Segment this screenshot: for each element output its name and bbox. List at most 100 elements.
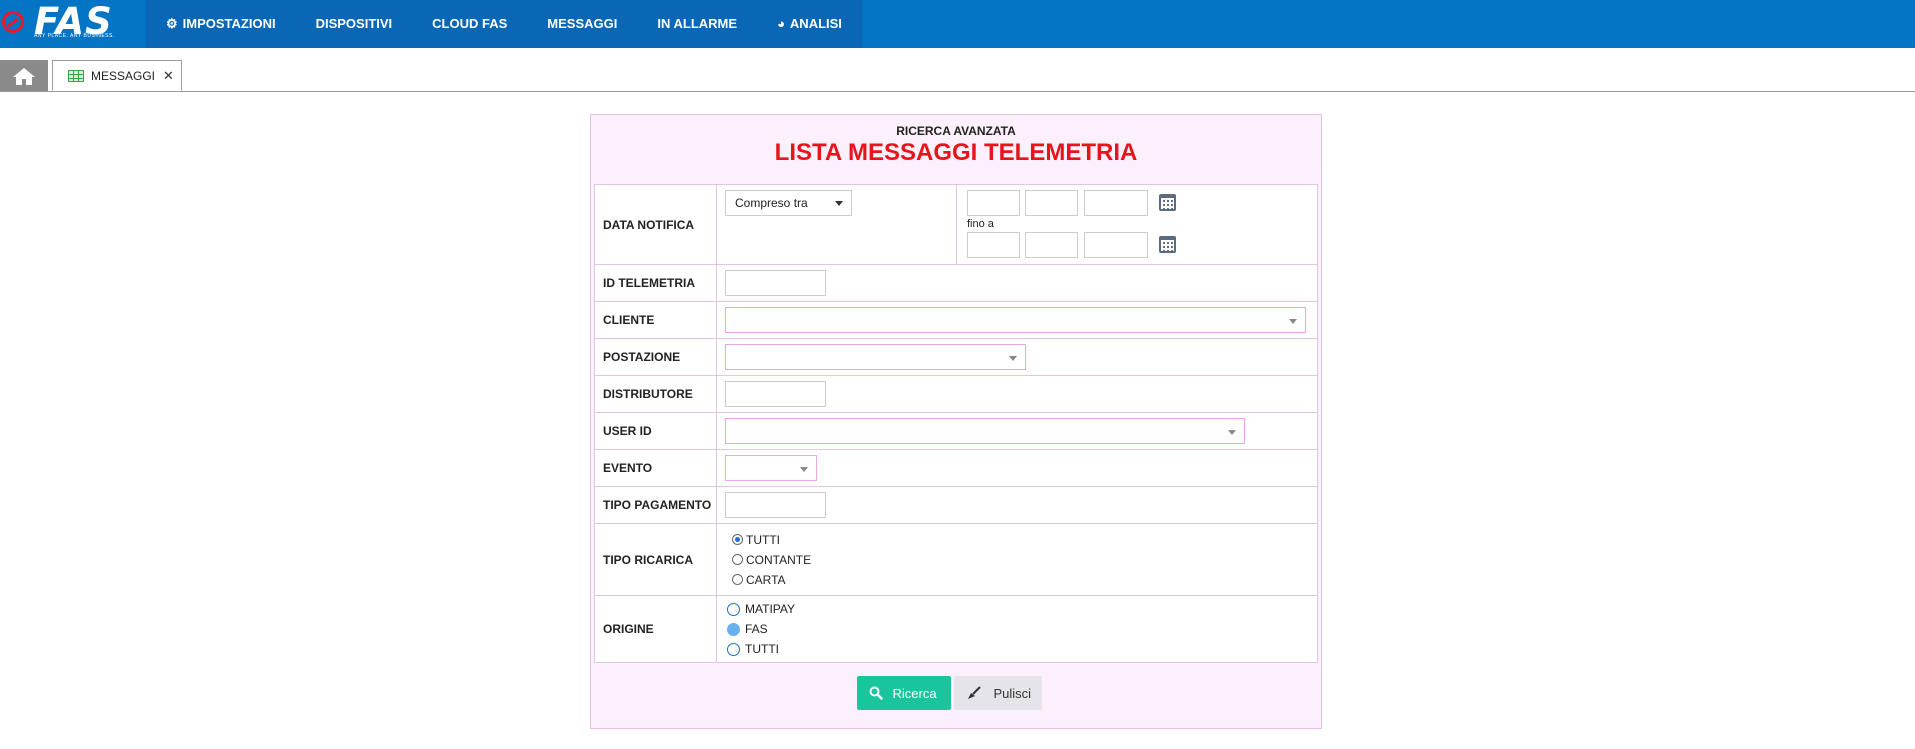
field-label: CLIENTE <box>594 301 717 339</box>
date-range-select[interactable]: Compreso tra <box>725 190 852 216</box>
radio-button[interactable] <box>732 534 743 545</box>
radio-button[interactable] <box>732 554 743 565</box>
date-to-label: fino a <box>967 218 994 230</box>
field-cell <box>716 486 1318 524</box>
radio-button[interactable] <box>727 642 740 656</box>
field-label: EVENTO <box>594 449 717 487</box>
search-button-label: Ricerca <box>892 685 937 701</box>
radio-button[interactable] <box>727 622 740 636</box>
field-label: POSTAZIONE <box>594 338 717 376</box>
date-from-day-input[interactable] <box>967 190 1020 216</box>
chevron-down-icon <box>1228 430 1236 435</box>
search-icon <box>869 686 883 700</box>
radio-option-carta[interactable]: CARTA <box>732 570 1316 590</box>
close-icon[interactable]: ✕ <box>163 68 174 84</box>
panel-subtitle: RICERCA AVANZATA <box>896 124 1016 138</box>
tipo-pagamento-input[interactable] <box>725 492 826 518</box>
field-cell <box>716 412 1318 450</box>
logo-tagline: ANY PLACE. ANY BUSINESS. <box>34 33 115 39</box>
row-user-id: USER ID <box>594 412 1318 450</box>
clear-button-label: Pulisci <box>993 685 1032 701</box>
radio-label: CONTANTE <box>746 552 812 567</box>
pie-chart-icon: ◕ <box>777 16 785 31</box>
tab-home[interactable] <box>0 60 48 91</box>
chevron-down-icon <box>835 201 843 206</box>
radio-button[interactable] <box>732 574 743 585</box>
radio-label: TUTTI <box>745 642 779 656</box>
field-label: DISTRIBUTORE <box>594 375 717 413</box>
date-from-year-input[interactable] <box>1083 190 1148 216</box>
id-telemetria-input[interactable] <box>725 270 826 296</box>
chevron-down-icon <box>800 467 808 472</box>
radio-option-tutti[interactable]: TUTTI <box>727 639 1316 659</box>
menu-item-messaggi[interactable]: MESSAGGI <box>527 0 637 48</box>
row-evento: EVENTO <box>594 449 1318 487</box>
menu-item-cloud-fas[interactable]: CLOUD FAS <box>412 0 527 48</box>
tab-label: MESSAGGI <box>91 68 156 83</box>
menu-item-label: ANALISI <box>789 16 842 31</box>
search-panel: RICERCA AVANZATA LISTA MESSAGGI TELEMETR… <box>590 114 1322 729</box>
date-range-select-value: Compreso tra <box>735 196 808 210</box>
distributore-input[interactable] <box>725 381 826 407</box>
logo-mark-icon <box>2 11 24 33</box>
field-cell <box>716 375 1318 413</box>
date-to-month-input[interactable] <box>1025 232 1079 258</box>
row-origine: ORIGINE MATIPAY FAS TUTTI <box>594 595 1318 663</box>
menu-item-label: IN ALLARME <box>657 16 738 31</box>
postazione-select[interactable] <box>725 344 1026 370</box>
row-tipo-pagamento: TIPO PAGAMENTO <box>594 486 1318 524</box>
tab-strip: MESSAGGI ✕ <box>0 60 1915 92</box>
field-label: TIPO RICARICA <box>594 523 717 596</box>
radio-option-matipay[interactable]: MATIPAY <box>727 599 1316 619</box>
menu-item-in-allarme[interactable]: IN ALLARME <box>637 0 757 48</box>
radio-label: MATIPAY <box>745 602 796 616</box>
user-id-select[interactable] <box>725 418 1245 444</box>
row-id-telemetria: ID TELEMETRIA <box>594 264 1318 302</box>
gear-icon: ⚙ <box>166 16 178 31</box>
calendar-icon[interactable] <box>1159 194 1177 211</box>
menu-item-label: MESSAGGI <box>547 16 618 31</box>
clear-button[interactable]: Pulisci <box>953 676 1042 710</box>
date-to-day-input[interactable] <box>967 232 1020 258</box>
radio-option-tutti[interactable]: TUTTI <box>732 530 1316 550</box>
grid-icon <box>68 69 84 82</box>
field-cell <box>716 338 1318 376</box>
top-navigation-bar: FAS ANY PLACE. ANY BUSINESS. ⚙ IMPOSTAZIO… <box>0 0 1915 48</box>
date-to-row <box>967 232 1317 258</box>
date-from-row <box>967 190 1317 216</box>
chevron-down-icon <box>1289 319 1297 324</box>
menu-item-dispositivi[interactable]: DISPOSITIVI <box>296 0 413 48</box>
radio-button[interactable] <box>727 602 740 616</box>
cliente-select[interactable] <box>725 307 1306 333</box>
menu-item-label: IMPOSTAZIONI <box>182 16 276 31</box>
field-cell <box>716 301 1318 339</box>
calendar-icon[interactable] <box>1159 236 1177 253</box>
field-label: TIPO PAGAMENTO <box>594 486 717 524</box>
menu-item-analisi[interactable]: ◕ ANALISI <box>757 0 862 48</box>
menu-item-impostazioni[interactable]: ⚙ IMPOSTAZIONI <box>146 0 296 48</box>
tab-messaggi[interactable]: MESSAGGI ✕ <box>52 60 182 91</box>
date-from-month-input[interactable] <box>1025 190 1079 216</box>
evento-select[interactable] <box>725 455 817 481</box>
search-button[interactable]: Ricerca <box>856 676 951 710</box>
radio-option-contante[interactable]: CONTANTE <box>732 550 1316 570</box>
date-to-year-input[interactable] <box>1083 232 1148 258</box>
date-range-cell: Compreso tra <box>716 184 957 265</box>
main-menu: ⚙ IMPOSTAZIONI DISPOSITIVI CLOUD FAS MESS… <box>146 0 862 48</box>
page-title: LISTA MESSAGGI TELEMETRIA <box>774 139 1138 166</box>
search-form: DATA NOTIFICA Compreso tra fino a ID TEL… <box>594 184 1318 663</box>
fas-logo[interactable]: FAS ANY PLACE. ANY BUSINESS. <box>0 0 142 48</box>
home-icon-door <box>22 79 26 85</box>
row-distributore: DISTRIBUTORE <box>594 375 1318 413</box>
radio-label: TUTTI <box>746 532 780 547</box>
field-cell <box>716 449 1318 487</box>
field-label: ORIGINE <box>594 595 717 663</box>
row-cliente: CLIENTE <box>594 301 1318 339</box>
radio-label: CARTA <box>746 572 786 587</box>
form-actions: Ricerca Pulisci <box>591 676 1321 710</box>
chevron-down-icon <box>1009 356 1017 361</box>
radio-option-fas[interactable]: FAS <box>727 619 1316 639</box>
radio-label: FAS <box>745 622 768 636</box>
row-data-notifica: DATA NOTIFICA Compreso tra fino a <box>594 184 1318 265</box>
date-inputs-cell: fino a <box>956 184 1318 265</box>
